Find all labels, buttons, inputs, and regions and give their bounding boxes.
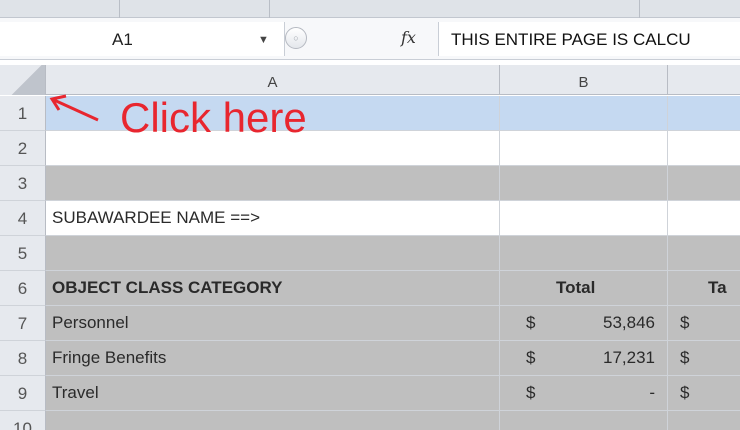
name-box[interactable]: A1 ▼ [0, 22, 285, 56]
sheet-row: 9 Travel $ - $ [0, 376, 740, 411]
currency-symbol: $ [680, 348, 690, 367]
category-header: OBJECT CLASS CATEGORY [52, 278, 283, 297]
cell-b5[interactable] [500, 236, 668, 271]
cell-b4[interactable] [500, 201, 668, 236]
cell-c9[interactable]: $ [668, 376, 740, 411]
cell-c1[interactable] [668, 96, 740, 131]
cell-c2[interactable] [668, 131, 740, 166]
cell-c4[interactable] [668, 201, 740, 236]
currency-symbol: $ [526, 348, 536, 367]
cancel-circle-icon[interactable]: ○ [285, 27, 307, 49]
cell-a5[interactable] [46, 236, 500, 271]
formula-bar: A1 ▼ ○ fx THIS ENTIRE PAGE IS CALCU [0, 18, 740, 60]
cell-b8[interactable]: $ 17,231 [500, 341, 668, 376]
cell-b7[interactable]: $ 53,846 [500, 306, 668, 341]
currency-symbol: $ [526, 313, 536, 332]
cell-c3[interactable] [668, 166, 740, 201]
click-here-annotation: Click here [120, 94, 307, 141]
column-header-c[interactable] [668, 65, 740, 95]
amount-value: 17,231 [603, 348, 655, 367]
currency-symbol: $ [680, 383, 690, 402]
arrow-shaft [53, 98, 99, 122]
amount-value: - [649, 383, 655, 402]
currency-symbol: $ [526, 383, 536, 402]
column-header-row: A B [0, 65, 740, 95]
currency-symbol: $ [680, 313, 690, 332]
row-header[interactable]: 8 [0, 341, 46, 376]
sheet-row: 3 [0, 166, 740, 201]
cell-a3[interactable] [46, 166, 500, 201]
ribbon-strip [0, 0, 740, 18]
cell-a9[interactable]: Travel [46, 376, 500, 411]
cell-c10[interactable] [668, 411, 740, 430]
ribbon-segment [0, 0, 120, 18]
category-label: Travel [52, 383, 99, 402]
chevron-down-icon[interactable]: ▼ [258, 34, 269, 46]
cell-c7[interactable]: $ [668, 306, 740, 341]
row-header[interactable]: 9 [0, 376, 46, 411]
cell-b2[interactable] [500, 131, 668, 166]
cell-a4[interactable]: SUBAWARDEE NAME ==> [46, 201, 500, 236]
cell-a10[interactable] [46, 411, 500, 430]
sheet-row: 10 [0, 411, 740, 430]
cell-a6[interactable]: OBJECT CLASS CATEGORY [46, 271, 500, 306]
category-label: Personnel [52, 313, 129, 332]
cell-text: SUBAWARDEE NAME ==> [52, 208, 260, 227]
cell-c6[interactable]: Ta [668, 271, 740, 306]
cell-a7[interactable]: Personnel [46, 306, 500, 341]
row-header[interactable]: 4 [0, 201, 46, 236]
ribbon-segment [270, 0, 640, 18]
sheet-row: 1 [0, 96, 740, 131]
sheet-row: 5 [0, 236, 740, 271]
formula-tools: ○ fx [285, 22, 440, 56]
row-header[interactable]: 10 [0, 411, 46, 430]
cell-c8[interactable]: $ [668, 341, 740, 376]
cell-b9[interactable]: $ - [500, 376, 668, 411]
row-header[interactable]: 7 [0, 306, 46, 341]
row-header[interactable]: 6 [0, 271, 46, 306]
cell-b3[interactable] [500, 166, 668, 201]
formula-text: THIS ENTIRE PAGE IS CALCU [451, 30, 691, 49]
ribbon-segment [120, 0, 270, 18]
name-box-value: A1 [112, 30, 133, 49]
row-header[interactable]: 2 [0, 131, 46, 166]
sheet-row: 4 SUBAWARDEE NAME ==> [0, 201, 740, 236]
row-header[interactable]: 3 [0, 166, 46, 201]
column-header-a[interactable]: A [46, 65, 500, 95]
row-header[interactable]: 5 [0, 236, 46, 271]
cell-b10[interactable] [500, 411, 668, 430]
cell-b1[interactable] [500, 96, 668, 131]
formula-input[interactable]: THIS ENTIRE PAGE IS CALCU [438, 22, 740, 56]
sheet-row: 7 Personnel $ 53,846 $ [0, 306, 740, 341]
sheet-row: 8 Fringe Benefits $ 17,231 $ [0, 341, 740, 376]
row-header[interactable]: 1 [0, 96, 46, 131]
cell-a8[interactable]: Fringe Benefits [46, 341, 500, 376]
category-label: Fringe Benefits [52, 348, 167, 367]
amount-value: 53,846 [603, 313, 655, 332]
column-header-b[interactable]: B [500, 65, 668, 95]
select-all-corner[interactable] [0, 65, 46, 95]
column-c-header: Ta [708, 278, 727, 297]
cell-c5[interactable] [668, 236, 740, 271]
cell-b6[interactable]: Total [500, 271, 668, 306]
total-header: Total [556, 278, 596, 297]
function-icon[interactable]: fx [401, 28, 416, 47]
sheet-row: 6 OBJECT CLASS CATEGORY Total Ta [0, 271, 740, 306]
sheet-row: 2 [0, 131, 740, 166]
arrow-icon [49, 94, 99, 122]
